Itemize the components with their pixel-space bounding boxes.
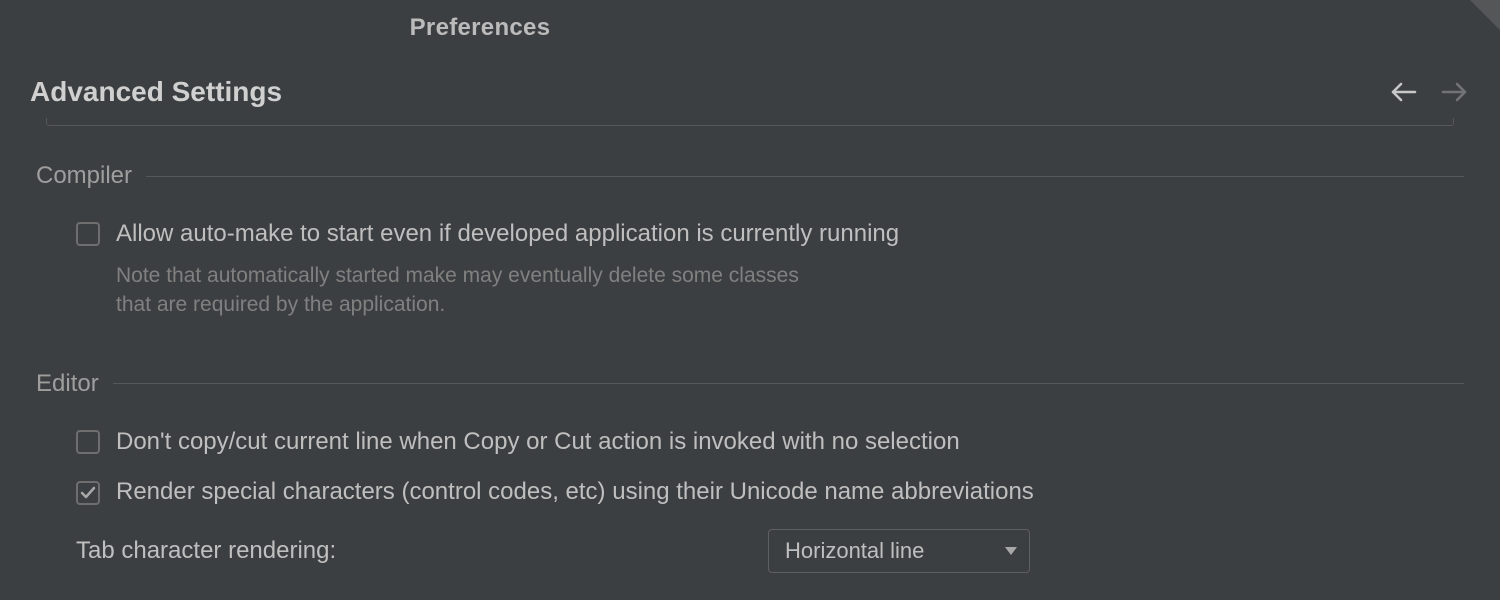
group-separator	[146, 176, 1464, 177]
label-auto-make: Allow auto-make to start even if develop…	[116, 220, 899, 249]
group-name-compiler: Compiler	[36, 162, 132, 190]
checkbox-render-special[interactable]	[76, 481, 100, 505]
content-area: Compiler Allow auto-make to start even i…	[36, 118, 1464, 600]
nav-back-button[interactable]	[1388, 76, 1420, 108]
label-render-special: Render special characters (control codes…	[116, 478, 1034, 507]
combobox-value: Horizontal line	[785, 538, 924, 564]
group-compiler: Compiler Allow auto-make to start even i…	[36, 162, 1464, 320]
nav-forward-button	[1438, 76, 1470, 108]
window-title: Preferences	[0, 14, 960, 42]
section-header: Advanced Settings	[0, 66, 1500, 118]
chevron-down-icon	[1005, 542, 1017, 560]
checkbox-auto-make[interactable]	[76, 222, 100, 246]
field-tab-rendering: Tab character rendering: Horizontal line	[36, 529, 1464, 573]
option-no-copy-cut: Don't copy/cut current line when Copy or…	[36, 428, 1464, 457]
group-separator	[113, 383, 1464, 384]
group-editor: Editor Don't copy/cut current line when …	[36, 370, 1464, 574]
section-title: Advanced Settings	[30, 76, 282, 108]
option-render-special: Render special characters (control codes…	[36, 478, 1464, 507]
group-header-editor: Editor	[36, 370, 1464, 398]
label-tab-rendering: Tab character rendering:	[76, 537, 748, 565]
option-auto-make: Allow auto-make to start even if develop…	[36, 220, 1464, 249]
nav-arrows	[1388, 76, 1470, 108]
note-auto-make: Note that automatically started make may…	[116, 261, 836, 320]
label-no-copy-cut: Don't copy/cut current line when Copy or…	[116, 428, 960, 457]
combobox-tab-rendering[interactable]: Horizontal line	[768, 529, 1030, 573]
corner-decoration	[1470, 0, 1500, 30]
top-divider	[46, 118, 1454, 126]
group-header-compiler: Compiler	[36, 162, 1464, 190]
group-name-editor: Editor	[36, 370, 99, 398]
checkbox-no-copy-cut[interactable]	[76, 430, 100, 454]
